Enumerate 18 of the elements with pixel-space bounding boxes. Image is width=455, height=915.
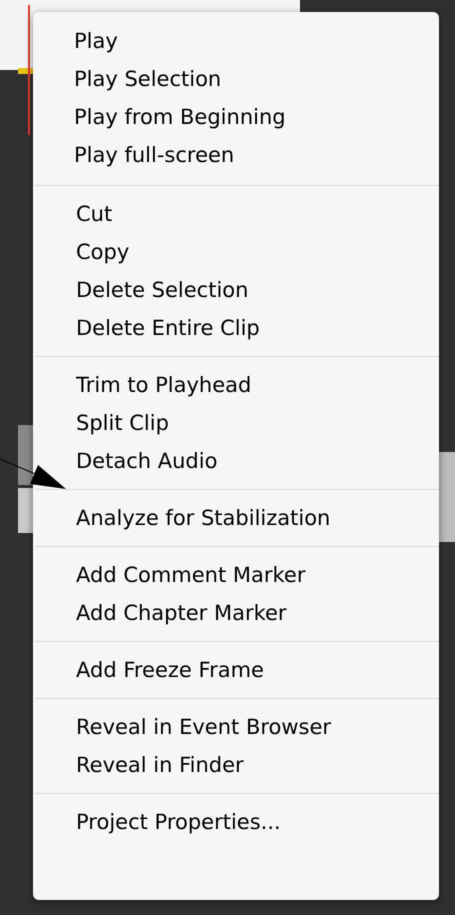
menu-item[interactable]: Delete Selection	[35, 271, 439, 309]
menu-item[interactable]: Delete Entire Clip	[35, 309, 439, 347]
menu-item[interactable]: Play	[33, 22, 439, 60]
menu-item[interactable]: Add Freeze Frame	[35, 651, 439, 689]
menu-item[interactable]: Analyze for Stabilization	[35, 499, 439, 537]
menu-item[interactable]: Reveal in Finder	[35, 746, 439, 784]
menu-item[interactable]: Play from Beginning	[33, 98, 439, 136]
menu-item[interactable]: Detach Audio	[35, 442, 439, 480]
menu-item[interactable]: Copy	[35, 233, 439, 271]
menu-item[interactable]: Add Comment Marker	[35, 556, 439, 594]
menu-item[interactable]: Reveal in Event Browser	[35, 708, 439, 746]
menu-item[interactable]: Trim to Playhead	[35, 366, 439, 404]
menu-item[interactable]: Split Clip	[35, 404, 439, 442]
menu-item[interactable]: Play full-screen	[33, 136, 439, 174]
menu-item[interactable]: Project Properties...	[35, 803, 439, 841]
menu-item[interactable]: Add Chapter Marker	[35, 594, 439, 632]
menu-item[interactable]: Cut	[35, 195, 439, 233]
menu-item[interactable]: Play Selection	[33, 60, 439, 98]
